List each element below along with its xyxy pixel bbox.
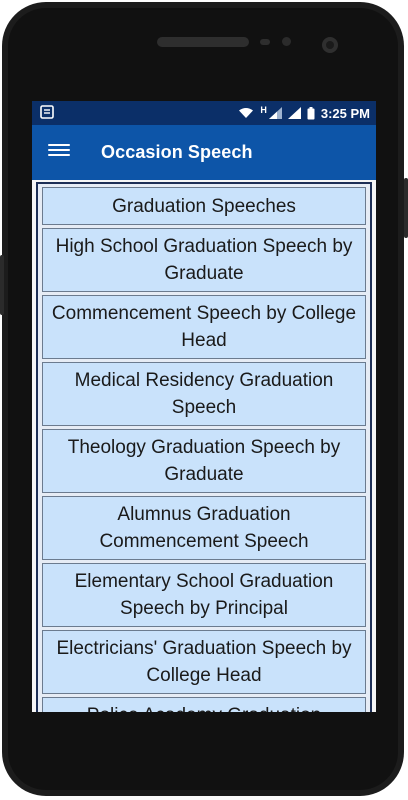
page-title: Occasion Speech xyxy=(101,142,253,162)
speech-list[interactable]: Graduation Speeches High School Graduati… xyxy=(42,184,366,712)
proximity-sensor xyxy=(260,39,270,45)
earpiece-speaker xyxy=(157,37,249,47)
status-icons: H 3:25 PM xyxy=(238,101,370,125)
signal-icon xyxy=(268,107,282,119)
status-time: 3:25 PM xyxy=(320,105,370,121)
screen: H 3:25 PM Occasion Speech Graduation Spe… xyxy=(32,101,376,712)
list-item[interactable]: Elementary School Graduation Speech by P… xyxy=(42,563,366,627)
status-bar: H 3:25 PM xyxy=(32,101,376,125)
speech-list-frame: Graduation Speeches High School Graduati… xyxy=(36,182,372,712)
phone-left-button xyxy=(0,255,4,315)
signal-icon-2 xyxy=(287,107,301,119)
list-item[interactable]: Theology Graduation Speech by Graduate xyxy=(42,429,366,493)
list-item[interactable]: Medical Residency Graduation Speech xyxy=(42,362,366,426)
light-sensor xyxy=(282,37,291,46)
battery-icon xyxy=(307,106,315,119)
notification-icon xyxy=(40,105,54,119)
list-item[interactable]: Commencement Speech by College Head xyxy=(42,295,366,359)
list-item[interactable]: Electricians' Graduation Speech by Colle… xyxy=(42,630,366,694)
front-camera xyxy=(322,37,338,53)
hamburger-menu-icon[interactable] xyxy=(48,141,70,163)
phone-right-button xyxy=(404,178,408,238)
wifi-icon xyxy=(239,108,254,118)
list-item[interactable]: Graduation Speeches xyxy=(42,187,366,225)
list-item[interactable]: Alumnus Graduation Commencement Speech xyxy=(42,496,366,560)
speech-list-container: Graduation Speeches High School Graduati… xyxy=(38,184,370,712)
list-item[interactable]: Police Academy Graduation xyxy=(42,697,366,712)
list-item[interactable]: High School Graduation Speech by Graduat… xyxy=(42,228,366,292)
app-bar: Occasion Speech xyxy=(32,125,376,180)
network-type-label: H xyxy=(260,105,267,115)
